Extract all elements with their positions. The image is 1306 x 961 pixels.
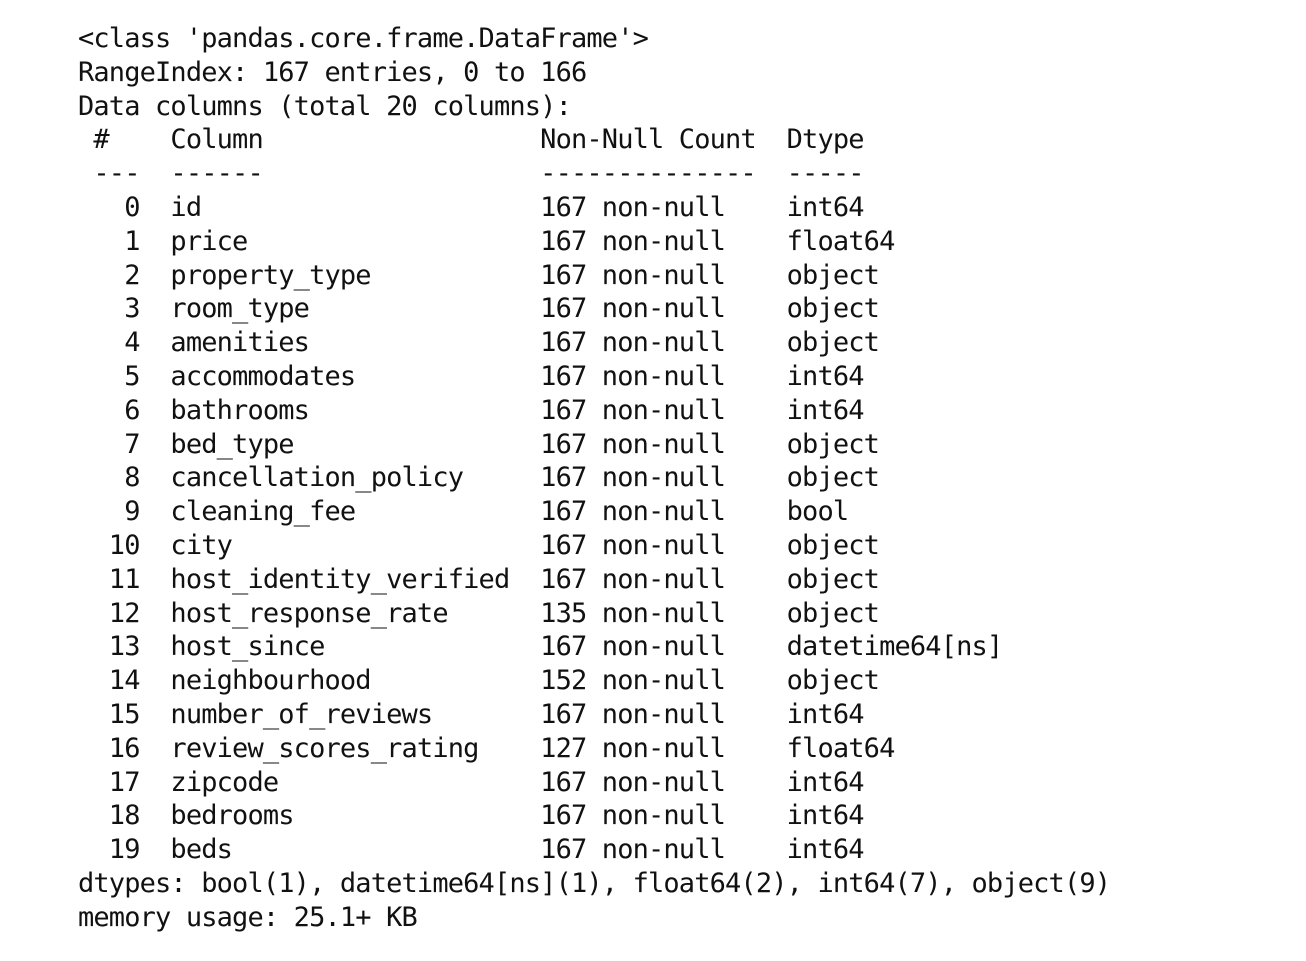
column-info-row: 1 price 167 non-null float64 [78, 225, 895, 257]
column-info-row: 17 zipcode 167 non-null int64 [78, 766, 865, 798]
column-info-row: 19 beds 167 non-null int64 [78, 834, 865, 866]
memory-usage-line: memory usage: 25.1+ KB [78, 901, 418, 933]
column-info-row: 8 cancellation_policy 167 non-null objec… [78, 462, 880, 494]
column-header-row: # Column Non-Null Count Dtype [78, 124, 864, 156]
column-info-row: 16 review_scores_rating 127 non-null flo… [78, 732, 896, 764]
column-info-row: 18 bedrooms 167 non-null int64 [78, 800, 865, 832]
column-info-row: 5 accommodates 167 non-null int64 [78, 360, 864, 392]
column-info-row: 11 host_identity_verified 167 non-null o… [78, 563, 880, 595]
separator-row: --- ------ -------------- ----- [78, 158, 864, 190]
column-info-row: 14 neighbourhood 152 non-null object [78, 665, 880, 697]
range-index-line: RangeIndex: 167 entries, 0 to 166 [78, 56, 587, 88]
dtypes-summary-line: dtypes: bool(1), datetime64[ns](1), floa… [78, 867, 1111, 899]
column-info-row: 2 property_type 167 non-null object [78, 259, 880, 291]
column-info-row: 4 amenities 167 non-null object [78, 327, 880, 359]
column-info-row: 9 cleaning_fee 167 non-null bool [78, 496, 849, 528]
data-columns-line: Data columns (total 20 columns): [78, 90, 572, 122]
column-info-row: 3 room_type 167 non-null object [78, 293, 880, 325]
column-info-row: 13 host_since 167 non-null datetime64[ns… [78, 631, 1003, 663]
class-line: <class 'pandas.core.frame.DataFrame'> [78, 23, 649, 54]
column-info-row: 6 bathrooms 167 non-null int64 [78, 394, 864, 426]
dataframe-info-output: <class 'pandas.core.frame.DataFrame'> Ran… [78, 22, 1111, 935]
column-info-row: 10 city 167 non-null object [78, 529, 880, 561]
column-info-row: 15 number_of_reviews 167 non-null int64 [78, 698, 865, 730]
column-info-row: 7 bed_type 167 non-null object [78, 428, 880, 460]
column-info-row: 0 id 167 non-null int64 [78, 191, 864, 223]
column-info-row: 12 host_response_rate 135 non-null objec… [78, 597, 880, 629]
